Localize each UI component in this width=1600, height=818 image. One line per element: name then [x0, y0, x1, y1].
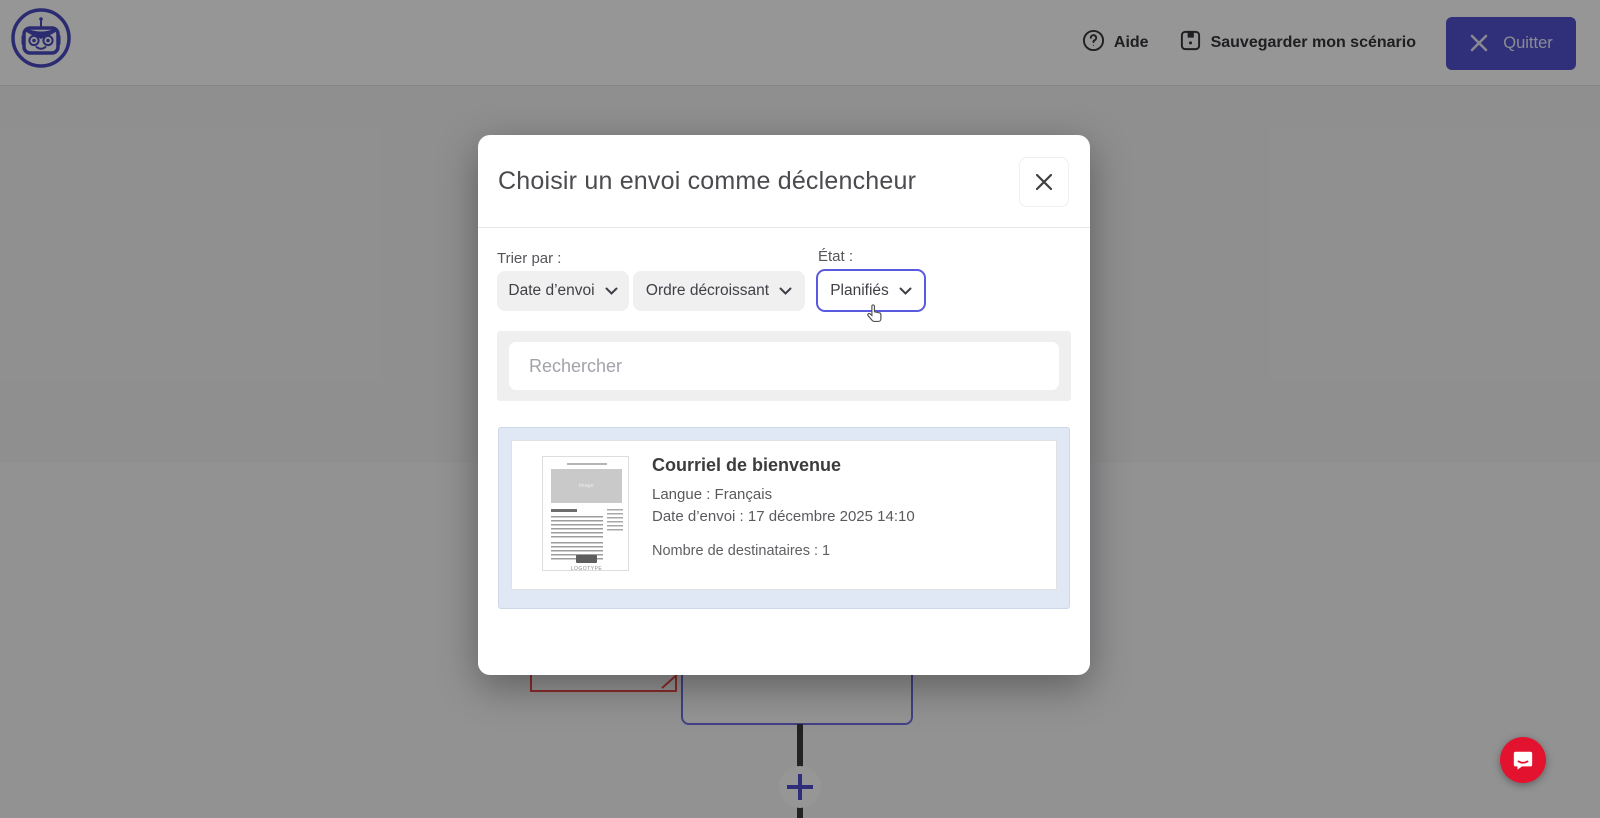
thumbnail-hero-image: image — [551, 469, 622, 503]
sort-order-value: Ordre décroissant — [646, 282, 769, 300]
mailing-thumbnail: image LOGOTYPE — [542, 456, 629, 571]
thumbnail-button — [576, 555, 597, 563]
mailing-list-item[interactable]: image LOGOTYPE Courriel de bienvenue Lan… — [511, 440, 1057, 590]
search-input[interactable] — [509, 342, 1059, 390]
modal-close-button[interactable] — [1019, 157, 1069, 207]
close-icon — [1033, 171, 1055, 193]
sort-by-label: Trier par : — [497, 250, 561, 267]
chat-bubble-icon — [1512, 749, 1534, 771]
mailing-recipients: Nombre de destinataires : 1 — [652, 543, 830, 559]
state-label: État : — [818, 248, 853, 265]
choose-mailing-modal: Choisir un envoi comme déclencheur Trier… — [478, 135, 1090, 675]
chevron-down-icon — [899, 287, 912, 295]
sort-order-dropdown[interactable]: Ordre décroissant — [633, 271, 805, 311]
sort-field-value: Date d’envoi — [508, 282, 594, 300]
mailing-list: image LOGOTYPE Courriel de bienvenue Lan… — [498, 427, 1070, 609]
mailing-language: Langue : Français — [652, 486, 772, 503]
modal-title: Choisir un envoi comme déclencheur — [498, 167, 916, 196]
search-band — [497, 331, 1071, 401]
mailing-send-date: Date d’envoi : 17 décembre 2025 14:10 — [652, 508, 915, 525]
mouse-cursor — [864, 303, 886, 327]
thumbnail-logotype: LOGOTYPE — [543, 566, 629, 571]
modal-divider — [478, 227, 1090, 228]
chat-launcher-button[interactable] — [1500, 737, 1546, 783]
chevron-down-icon — [605, 287, 618, 295]
state-value: Planifiés — [830, 282, 889, 300]
mailing-title: Courriel de bienvenue — [652, 455, 841, 476]
chevron-down-icon — [779, 287, 792, 295]
sort-field-dropdown[interactable]: Date d’envoi — [497, 271, 629, 311]
